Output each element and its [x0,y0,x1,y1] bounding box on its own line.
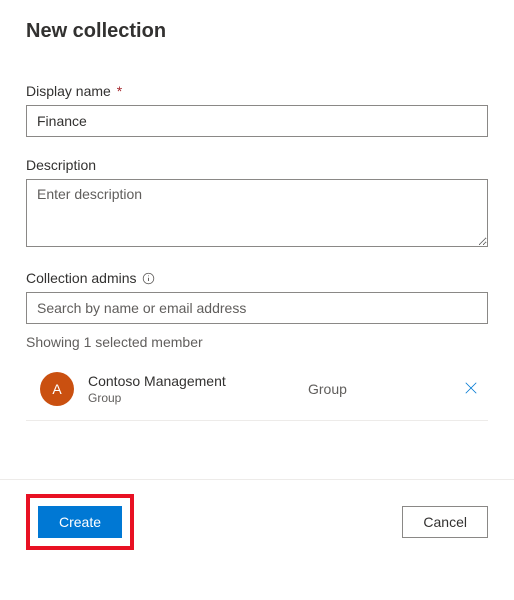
display-name-label: Display name * [26,83,488,99]
info-icon[interactable] [142,271,156,285]
display-name-field-group: Display name * [26,83,488,137]
description-label: Description [26,157,488,173]
member-row: A Contoso Management Group Group [26,364,488,421]
required-marker: * [117,83,122,99]
member-name: Contoso Management [88,373,258,389]
page-title: New collection [26,20,488,43]
close-icon [464,381,478,398]
collection-admins-label: Collection admins [26,270,137,286]
member-subtype: Group [88,391,258,405]
description-field-group: Description [26,157,488,250]
create-button[interactable]: Create [38,506,122,538]
remove-member-button[interactable] [458,375,484,404]
cancel-button[interactable]: Cancel [402,506,488,538]
collection-admins-field-group: Collection admins Showing 1 selected mem… [26,270,488,421]
member-info: Contoso Management Group [88,373,258,405]
description-textarea[interactable] [26,179,488,247]
avatar: A [40,372,74,406]
selected-member-count: Showing 1 selected member [26,334,488,350]
create-highlight: Create [26,494,134,550]
member-type: Group [308,381,458,397]
display-name-input[interactable] [26,105,488,137]
footer-actions: Create Cancel [26,480,488,550]
collection-admins-search-input[interactable] [26,292,488,324]
display-name-label-text: Display name [26,83,111,99]
